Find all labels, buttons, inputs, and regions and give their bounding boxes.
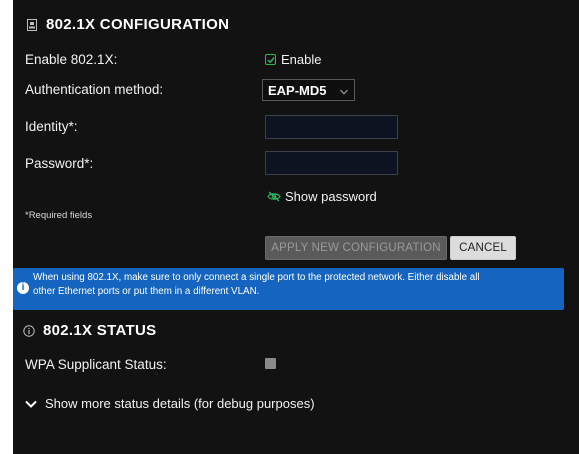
- chevron-down-icon: [340, 83, 348, 98]
- show-more-details-label: Show more status details (for debug purp…: [45, 396, 315, 411]
- info-circle-icon: [22, 324, 36, 338]
- show-password-toggle[interactable]: Show password: [267, 189, 377, 204]
- identity-label: Identity*:: [25, 119, 78, 134]
- password-label: Password*:: [25, 156, 94, 171]
- auth-method-select[interactable]: EAP-MD5: [262, 79, 355, 101]
- wpa-supplicant-label: WPA Supplicant Status:: [25, 357, 167, 372]
- eye-off-icon: [267, 191, 281, 202]
- required-fields-note: *Required fields: [25, 210, 93, 221]
- status-title-text: 802.1X STATUS: [43, 322, 157, 339]
- show-password-label: Show password: [285, 189, 377, 204]
- info-banner-line-2: other Ethernet ports or put them in a di…: [33, 286, 260, 297]
- config-title-text: 802.1X CONFIGURATION: [46, 16, 230, 33]
- enable-checkbox-row[interactable]: Enable: [265, 52, 321, 67]
- status-section-title: 802.1X STATUS: [22, 322, 156, 339]
- cancel-button[interactable]: CANCEL: [450, 236, 516, 260]
- wpa-supplicant-status-indicator: [265, 358, 276, 369]
- config-panel: 802.1X CONFIGURATION Enable 802.1X: Enab…: [13, 0, 579, 454]
- enable-checkbox-label: Enable: [281, 52, 322, 67]
- enable-checkbox[interactable]: [265, 54, 276, 65]
- auth-method-value: EAP-MD5: [268, 82, 327, 98]
- enable-label: Enable 802.1X:: [25, 52, 118, 67]
- info-icon: i: [17, 282, 29, 294]
- config-icon: [25, 18, 39, 32]
- password-input[interactable]: [265, 151, 398, 175]
- config-section-title: 802.1X CONFIGURATION: [25, 16, 229, 33]
- chevron-down-icon: [25, 400, 37, 408]
- info-banner: i When using 802.1X, make sure to only c…: [13, 268, 564, 310]
- show-more-details-toggle[interactable]: Show more status details (for debug purp…: [25, 396, 315, 411]
- identity-input[interactable]: [265, 115, 398, 139]
- apply-configuration-button[interactable]: APPLY NEW CONFIGURATION: [265, 236, 447, 260]
- info-banner-line-1: When using 802.1X, make sure to only con…: [33, 272, 480, 283]
- auth-method-label: Authentication method:: [25, 82, 164, 97]
